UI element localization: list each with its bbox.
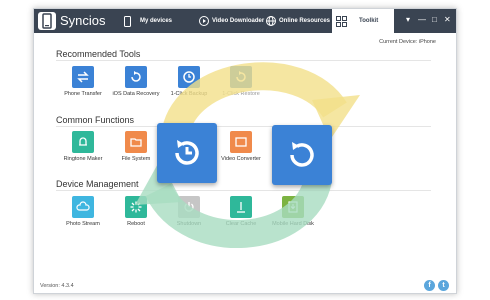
divider bbox=[56, 126, 431, 127]
tool-phone-transfer[interactable]: Phone Transfer bbox=[58, 66, 108, 97]
section-title-device: Device Management bbox=[56, 179, 139, 189]
tool-label: Mobile Hard Disk bbox=[272, 221, 314, 227]
tool-label: Phone Transfer bbox=[64, 91, 102, 97]
recovery-icon bbox=[125, 66, 147, 88]
nav-online-resources-label: Online Resources bbox=[279, 18, 331, 24]
bell-icon bbox=[72, 131, 94, 153]
backup-clock-icon bbox=[175, 140, 199, 165]
hard-disk-icon bbox=[282, 196, 304, 218]
menu-dropdown-button[interactable]: ▾ bbox=[406, 15, 410, 25]
syncios-window: Syncios My devices Video Downloader Onli… bbox=[33, 8, 457, 294]
toolkit-grid-icon bbox=[336, 15, 347, 27]
tool-1-click-backup[interactable]: 1-Click Backup bbox=[164, 66, 214, 97]
section-title-recommended: Recommended Tools bbox=[56, 49, 141, 59]
reboot-icon bbox=[125, 196, 147, 218]
nav-video-downloader-label: Video Downloader bbox=[212, 18, 265, 24]
tool-shutdown[interactable]: Shutdown bbox=[164, 196, 214, 227]
section-title-common: Common Functions bbox=[56, 115, 135, 125]
app-name: Syncios bbox=[60, 13, 106, 28]
nav-my-devices-label: My devices bbox=[140, 18, 173, 24]
tool-mobile-hard-disk[interactable]: Mobile Hard Disk bbox=[268, 196, 318, 227]
folder-icon bbox=[125, 131, 147, 153]
tool-file-system[interactable]: File System bbox=[111, 131, 161, 162]
clear-cache-icon bbox=[230, 196, 252, 218]
video-converter-icon bbox=[230, 131, 252, 153]
tool-label: iOS Data Recovery bbox=[112, 91, 160, 97]
tool-label: Clear Cache bbox=[225, 221, 257, 227]
power-icon bbox=[178, 196, 200, 218]
tool-ios-data-recovery[interactable]: iOS Data Recovery bbox=[111, 66, 161, 97]
phone-icon bbox=[124, 15, 131, 27]
transfer-arrows-icon bbox=[72, 66, 94, 88]
tool-clear-cache[interactable]: Clear Cache bbox=[216, 196, 266, 227]
tool-label: Photo Stream bbox=[66, 221, 100, 227]
nav-video-downloader[interactable]: Video Downloader bbox=[199, 9, 264, 33]
syncios-logo-icon bbox=[38, 12, 56, 30]
close-button[interactable]: ✕ bbox=[444, 15, 451, 25]
tool-reboot[interactable]: Reboot bbox=[111, 196, 161, 227]
nav-online-resources[interactable]: Online Resources bbox=[266, 9, 330, 33]
globe-icon bbox=[266, 16, 276, 26]
restore-arrow-icon bbox=[290, 142, 314, 167]
tool-label: Video Converter bbox=[221, 156, 261, 162]
version-label: Version: 4.3.4 bbox=[40, 283, 74, 289]
large-restore-tile bbox=[272, 125, 332, 185]
twitter-icon[interactable]: t bbox=[438, 280, 449, 291]
backup-icon bbox=[178, 66, 200, 88]
nav-my-devices[interactable]: My devices bbox=[124, 9, 172, 33]
divider bbox=[56, 60, 431, 61]
tool-1-click-restore[interactable]: 1-Click Restore bbox=[216, 66, 266, 97]
maximize-button[interactable]: □ bbox=[432, 15, 437, 25]
tool-video-converter[interactable]: Video Converter bbox=[216, 131, 266, 162]
tab-toolkit[interactable]: Toolkit bbox=[332, 9, 394, 33]
top-bar: Syncios My devices Video Downloader Onli… bbox=[34, 9, 456, 33]
tool-label: Ringtone Maker bbox=[63, 156, 103, 162]
tool-label: 1-Click Backup bbox=[170, 91, 208, 97]
restore-icon bbox=[230, 66, 252, 88]
tool-label: File System bbox=[121, 156, 151, 162]
facebook-icon[interactable]: f bbox=[424, 280, 435, 291]
current-device-label: Current Device: iPhone bbox=[379, 39, 436, 45]
play-icon bbox=[199, 16, 209, 26]
tool-label: Reboot bbox=[127, 221, 145, 227]
divider bbox=[56, 190, 431, 191]
large-backup-tile bbox=[157, 123, 217, 183]
tool-label: Shutdown bbox=[176, 221, 202, 227]
cloud-icon bbox=[72, 196, 94, 218]
tab-toolkit-label: Toolkit bbox=[359, 18, 379, 24]
tool-ringtone-maker[interactable]: Ringtone Maker bbox=[58, 131, 108, 162]
tool-photo-stream[interactable]: Photo Stream bbox=[58, 196, 108, 227]
minimize-button[interactable]: — bbox=[418, 15, 426, 25]
tool-label: 1-Click Restore bbox=[222, 91, 260, 97]
